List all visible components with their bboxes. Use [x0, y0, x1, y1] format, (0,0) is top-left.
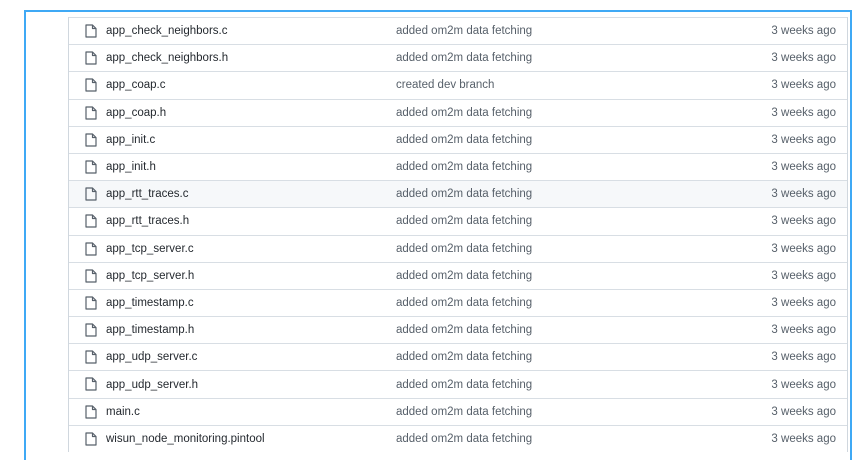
- commit-age: 3 weeks ago: [771, 52, 836, 65]
- commit-message-link[interactable]: added om2m data fetching: [396, 270, 532, 282]
- file-icon: [85, 432, 97, 446]
- commit-message-link[interactable]: added om2m data fetching: [396, 134, 532, 146]
- file-icon: [85, 241, 97, 256]
- file-row[interactable]: app_coap.h added om2m data fetching 3 we…: [69, 98, 847, 126]
- commit-message-link[interactable]: added om2m data fetching: [396, 161, 532, 173]
- file-name-link[interactable]: app_rtt_traces.c: [106, 188, 188, 200]
- file-row[interactable]: app_coap.c created dev branch 3 weeks ag…: [69, 71, 847, 98]
- commit-age: 3 weeks ago: [771, 215, 836, 228]
- file-row[interactable]: app_udp_server.c added om2m data fetchin…: [69, 343, 847, 370]
- commit-age: 3 weeks ago: [771, 324, 836, 337]
- commit-message-link[interactable]: created dev branch: [396, 79, 494, 91]
- file-icon: [85, 78, 97, 92]
- commit-age: 3 weeks ago: [771, 405, 836, 418]
- file-icon: [85, 187, 97, 201]
- commit-age: 3 weeks ago: [771, 242, 836, 255]
- commit-message-link[interactable]: added om2m data fetching: [396, 351, 532, 363]
- file-name-link[interactable]: app_coap.c: [106, 79, 165, 91]
- commit-message-link[interactable]: added om2m data fetching: [396, 324, 532, 336]
- commit-message-link[interactable]: added om2m data fetching: [396, 243, 532, 255]
- file-row[interactable]: app_timestamp.c added om2m data fetching…: [69, 288, 847, 316]
- file-name-link[interactable]: app_rtt_traces.h: [106, 215, 189, 227]
- file-icon: [85, 214, 97, 228]
- commit-age: 3 weeks ago: [771, 161, 836, 174]
- file-icon: [85, 160, 97, 174]
- file-icon: [85, 377, 97, 392]
- file-icon: [85, 269, 97, 283]
- commit-message-link[interactable]: added om2m data fetching: [396, 52, 532, 64]
- file-name-link[interactable]: app_udp_server.c: [106, 351, 197, 363]
- file-row[interactable]: app_timestamp.h added om2m data fetching…: [69, 316, 847, 343]
- commit-age: 3 weeks ago: [771, 269, 836, 282]
- commit-age: 3 weeks ago: [771, 106, 836, 119]
- file-name-link[interactable]: app_udp_server.h: [106, 379, 198, 391]
- file-row[interactable]: wisun_node_monitoring.pintool added om2m…: [69, 424, 847, 452]
- file-icon: [85, 24, 97, 38]
- file-icon: [85, 323, 97, 337]
- commit-message-link[interactable]: added om2m data fetching: [396, 188, 532, 200]
- commit-age: 3 weeks ago: [771, 133, 836, 146]
- commit-age: 3 weeks ago: [771, 351, 836, 364]
- file-row[interactable]: app_tcp_server.c added om2m data fetchin…: [69, 234, 847, 262]
- commit-age: 3 weeks ago: [771, 188, 836, 201]
- file-icon: [85, 51, 97, 65]
- commit-message-link[interactable]: added om2m data fetching: [396, 107, 532, 119]
- commit-age: 3 weeks ago: [771, 25, 836, 38]
- file-row[interactable]: app_init.c added om2m data fetching 3 we…: [69, 125, 847, 153]
- file-row[interactable]: app_init.h added om2m data fetching 3 we…: [69, 152, 847, 180]
- file-name-link[interactable]: app_timestamp.h: [106, 324, 194, 336]
- file-name-link[interactable]: app_init.c: [106, 134, 155, 146]
- file-name-link[interactable]: app_coap.h: [106, 107, 166, 119]
- commit-message-link[interactable]: added om2m data fetching: [396, 433, 532, 445]
- commit-message-link[interactable]: added om2m data fetching: [396, 25, 532, 37]
- commit-age: 3 weeks ago: [771, 432, 836, 445]
- file-icon: [85, 350, 97, 364]
- file-name-link[interactable]: wisun_node_monitoring.pintool: [106, 433, 265, 445]
- file-name-link[interactable]: app_tcp_server.h: [106, 270, 194, 282]
- commit-message-link[interactable]: added om2m data fetching: [396, 215, 532, 227]
- commit-message-link[interactable]: added om2m data fetching: [396, 297, 532, 309]
- file-row[interactable]: main.c added om2m data fetching 3 weeks …: [69, 397, 847, 425]
- file-row[interactable]: app_check_neighbors.c added om2m data fe…: [69, 17, 847, 44]
- file-name-link[interactable]: app_tcp_server.c: [106, 243, 194, 255]
- file-name-link[interactable]: app_timestamp.c: [106, 297, 194, 309]
- file-name-link[interactable]: app_check_neighbors.c: [106, 25, 227, 37]
- file-name-link[interactable]: app_init.h: [106, 161, 156, 173]
- file-name-link[interactable]: main.c: [106, 406, 140, 418]
- file-row[interactable]: app_check_neighbors.h added om2m data fe…: [69, 44, 847, 71]
- commit-age: 3 weeks ago: [771, 79, 836, 92]
- commit-message-link[interactable]: added om2m data fetching: [396, 406, 532, 418]
- file-list: app_check_neighbors.c added om2m data fe…: [68, 17, 848, 452]
- commit-age: 3 weeks ago: [771, 296, 836, 309]
- file-name-link[interactable]: app_check_neighbors.h: [106, 52, 228, 64]
- file-row[interactable]: app_udp_server.h added om2m data fetchin…: [69, 370, 847, 397]
- commit-message-link[interactable]: added om2m data fetching: [396, 379, 532, 391]
- commit-age: 3 weeks ago: [771, 378, 836, 391]
- file-row[interactable]: app_rtt_traces.c added om2m data fetchin…: [69, 180, 847, 208]
- file-icon: [85, 296, 97, 310]
- file-row[interactable]: app_tcp_server.h added om2m data fetchin…: [69, 261, 847, 289]
- file-icon: [85, 105, 97, 120]
- file-icon: [85, 405, 97, 419]
- file-icon: [85, 133, 97, 147]
- file-row[interactable]: app_rtt_traces.h added om2m data fetchin…: [69, 207, 847, 234]
